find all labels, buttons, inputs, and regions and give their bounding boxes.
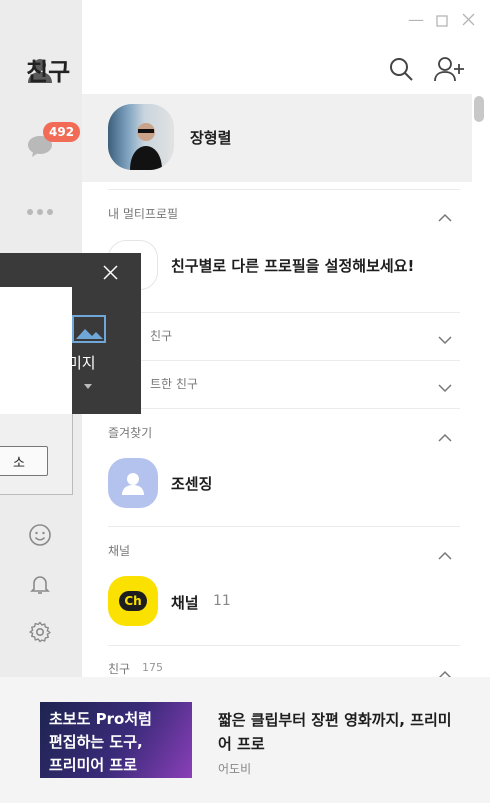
emoticon-smile-icon[interactable]	[20, 515, 60, 555]
close-icon[interactable]	[462, 11, 475, 30]
channel-logo[interactable]: Ch	[108, 576, 158, 626]
divider	[108, 408, 460, 409]
ad-image[interactable]: 초보도 Pro처럼 편집하는 도구, 프리미어 프로	[40, 702, 192, 778]
minimize-icon[interactable]: —	[408, 10, 424, 29]
section-label-friends: 친구	[108, 662, 131, 676]
maximize-icon[interactable]	[436, 12, 448, 31]
page-title: 친구	[26, 58, 71, 86]
ad-image-line: 편집하는 도구,	[49, 733, 143, 751]
settings-gear-icon[interactable]	[20, 612, 60, 652]
favorite-friend-avatar[interactable]	[108, 458, 158, 508]
add-friend-icon[interactable]	[433, 56, 467, 86]
channel-count: 11	[213, 593, 231, 609]
multi-profile-promo[interactable]: 친구별로 다른 프로필을 설정해보세요!	[171, 255, 414, 276]
image-icon[interactable]	[72, 315, 106, 347]
section-label-multi-profile: 내 멀티프로필	[108, 207, 179, 221]
chevron-up-icon[interactable]	[438, 427, 452, 446]
section-label-favorites: 즐겨찾기	[108, 426, 153, 440]
dialog-cancel-button[interactable]: 소	[0, 446, 48, 476]
chevron-up-icon[interactable]	[438, 545, 452, 564]
my-avatar[interactable]	[108, 104, 174, 170]
my-name: 장형렬	[190, 129, 232, 147]
ad-advertiser: 어도비	[218, 762, 252, 776]
dialog-image-label[interactable]: 미지	[68, 352, 96, 373]
friends-count: 175	[142, 661, 163, 674]
divider	[108, 645, 460, 646]
ad-title[interactable]: 짧은 클립부터 장편 영화까지, 프리미어 프로	[218, 708, 458, 756]
channel-logo-text: Ch	[119, 591, 147, 611]
section-label-partial: 트한 친구	[150, 377, 198, 391]
chat-unread-badge: 492	[43, 122, 81, 142]
favorite-friend-name[interactable]: 조센징	[171, 473, 212, 494]
more-tab-dots-icon[interactable]	[20, 192, 60, 232]
notification-bell-icon[interactable]	[20, 564, 60, 604]
channel-name[interactable]: 채널	[171, 592, 199, 613]
chevron-down-icon[interactable]	[438, 330, 452, 349]
divider	[108, 526, 460, 527]
dropdown-caret-icon[interactable]	[84, 374, 92, 393]
chevron-down-icon[interactable]	[438, 378, 452, 397]
dialog-close-icon[interactable]	[103, 265, 118, 284]
search-icon[interactable]	[388, 56, 414, 86]
scrollbar-thumb[interactable]	[474, 96, 484, 122]
ad-image-line: 초보도 Pro처럼	[49, 710, 152, 728]
divider	[108, 312, 460, 313]
dialog-content-area	[0, 287, 72, 430]
divider	[108, 189, 460, 190]
divider	[108, 360, 460, 361]
ad-image-line: 프리미어 프로	[49, 756, 138, 774]
section-label-partial: 친구	[150, 329, 173, 343]
chevron-up-icon[interactable]	[438, 207, 452, 226]
section-label-channels: 채널	[108, 544, 131, 558]
